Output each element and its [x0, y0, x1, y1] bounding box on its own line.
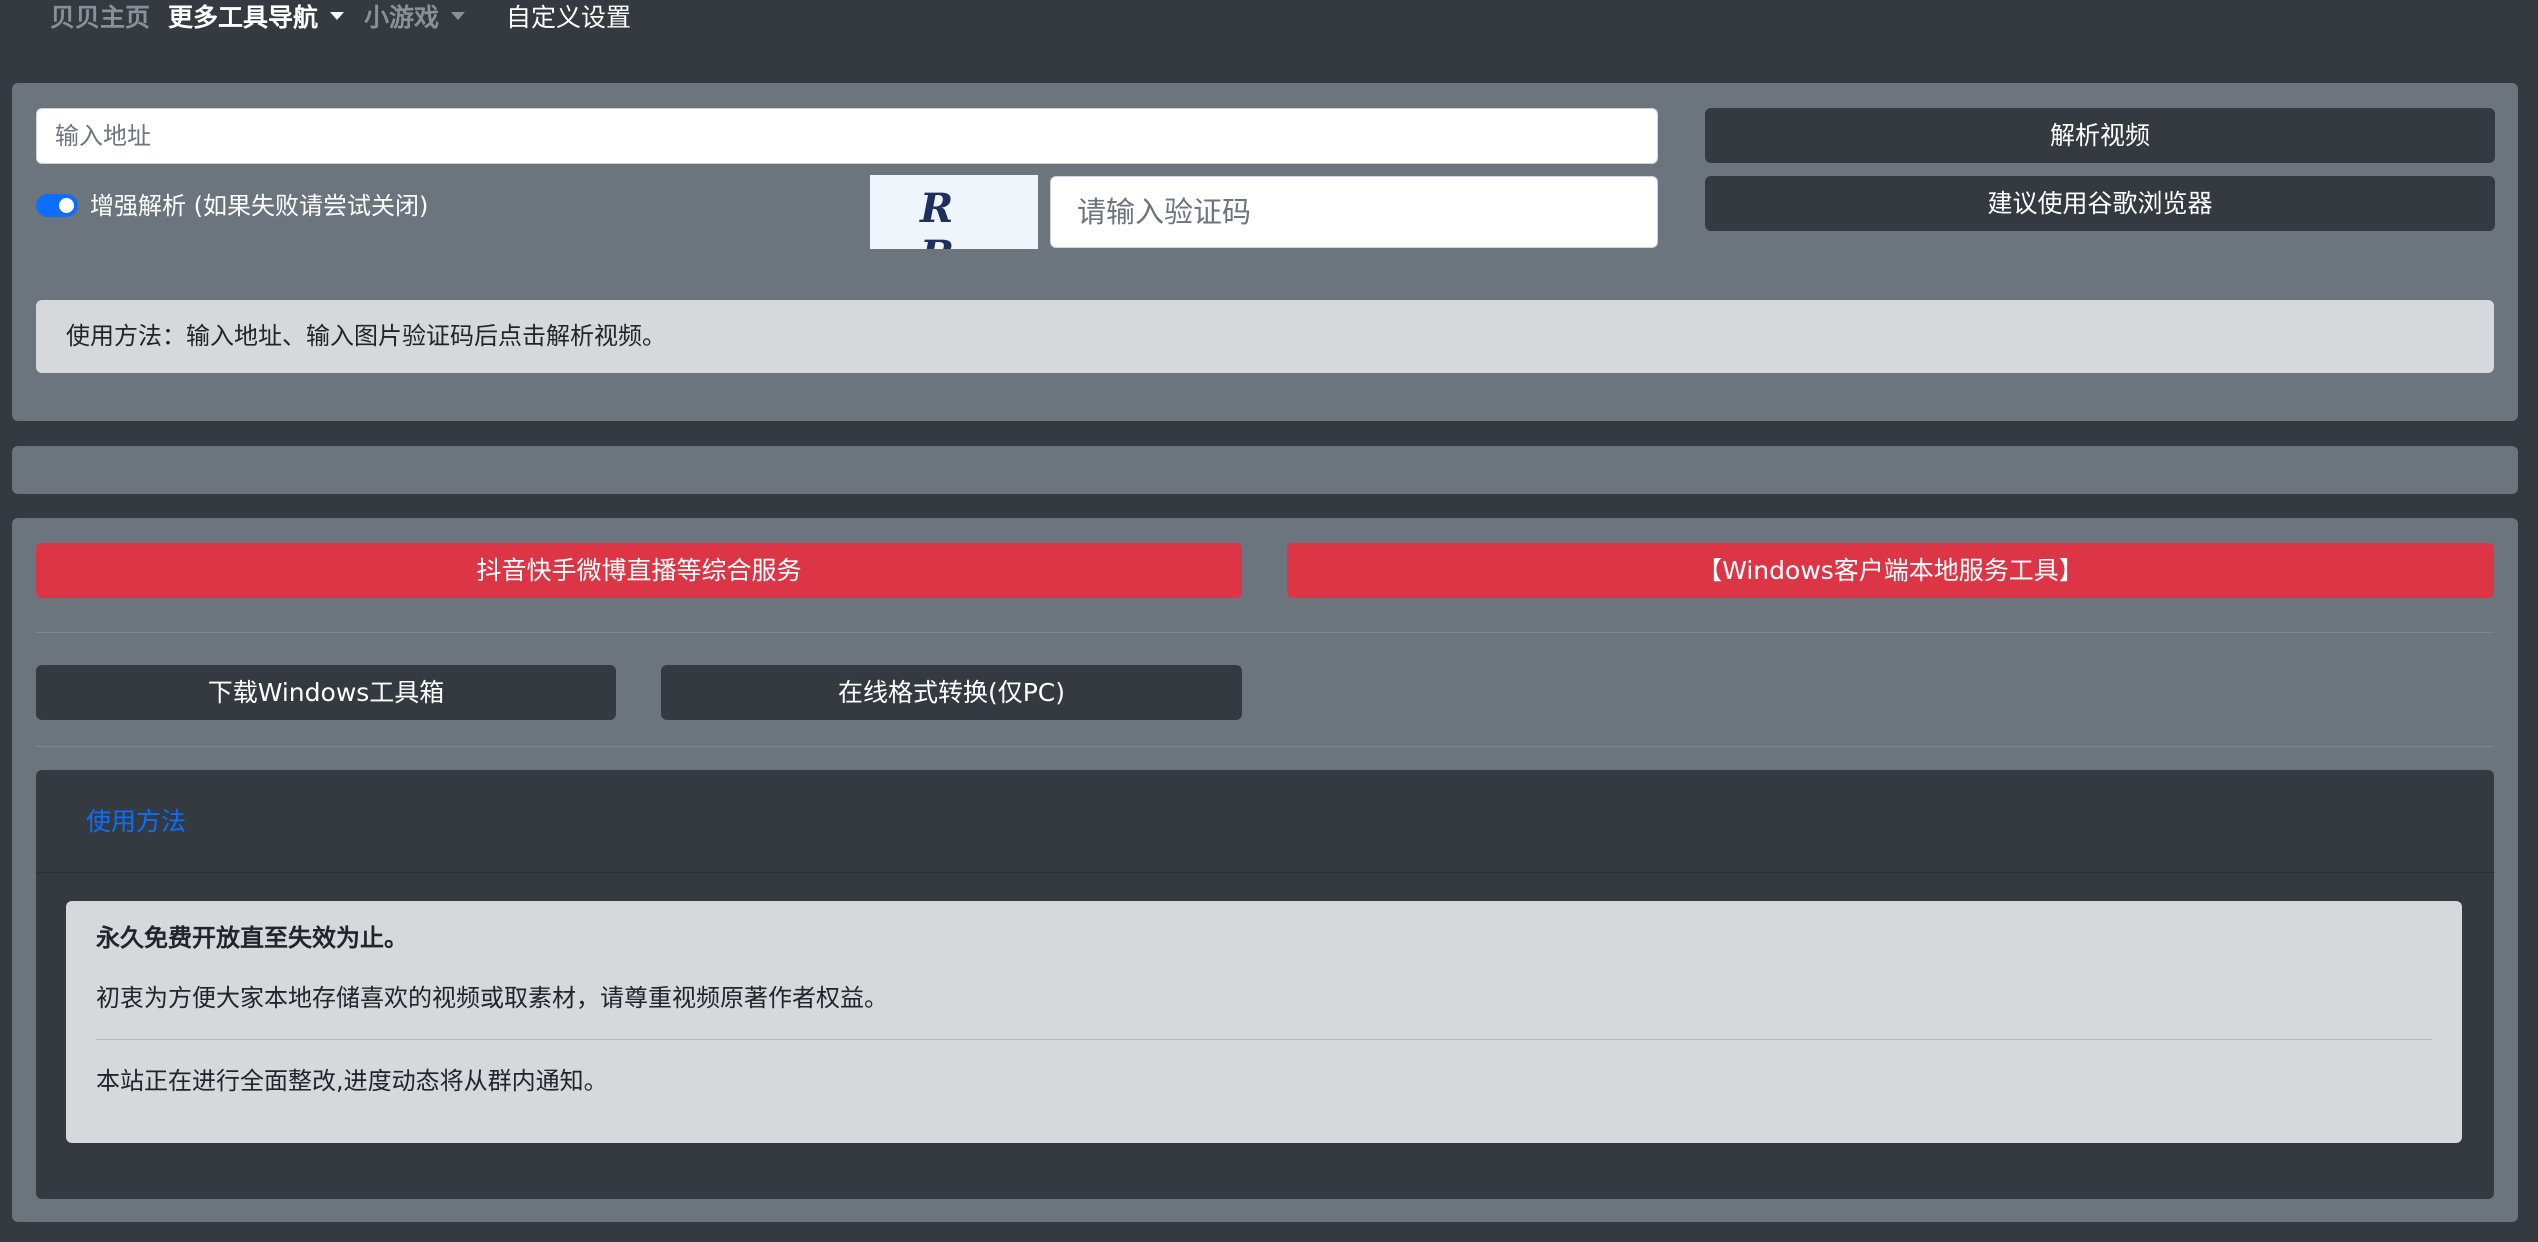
captcha-text: R B — [920, 185, 976, 249]
nav-tools-label: 更多工具导航 — [168, 3, 319, 32]
url-input[interactable]: 输入地址 — [36, 108, 1658, 164]
parse-video-button[interactable]: 解析视频 — [1705, 108, 2495, 163]
format-convert-button[interactable]: 在线格式转换(仅PC) — [661, 665, 1242, 720]
captcha-image[interactable]: R B — [870, 175, 1038, 249]
enhance-toggle[interactable] — [36, 194, 78, 217]
browser-suggestion-button[interactable]: 建议使用谷歌浏览器 — [1705, 176, 2495, 231]
usage-line-free: 永久免费开放直至失效为止。 — [96, 924, 408, 952]
caret-down-icon — [451, 12, 466, 20]
douyin-service-button[interactable]: 抖音快手微博直播等综合服务 — [36, 543, 1242, 598]
top-navbar: 贝贝主页 更多工具导航 小游戏 自定义设置 — [0, 0, 2538, 40]
usage-card: 使用方法 永久免费开放直至失效为止。 初衷为方便大家本地存储喜欢的视频或取素材，… — [36, 770, 2494, 1199]
nav-tools-dropdown[interactable]: 更多工具导航 — [168, 0, 345, 36]
caret-down-icon — [330, 12, 345, 20]
empty-panel — [12, 446, 2518, 494]
usage-card-header: 使用方法 — [36, 770, 2494, 873]
toggle-knob — [59, 198, 74, 213]
usage-alert: 永久免费开放直至失效为止。 初衷为方便大家本地存储喜欢的视频或取素材，请尊重视频… — [66, 901, 2462, 1143]
usage-line-notice: 本站正在进行全面整改,进度动态将从群内通知。 — [96, 1067, 608, 1095]
usage-line-purpose: 初衷为方便大家本地存储喜欢的视频或取素材，请尊重视频原著作者权益。 — [96, 984, 888, 1012]
nav-games-label: 小游戏 — [364, 3, 440, 32]
captcha-input[interactable]: 请输入验证码 — [1050, 176, 1658, 248]
usage-hint: 使用方法：输入地址、输入图片验证码后点击解析视频。 — [36, 300, 2494, 373]
divider — [36, 632, 2494, 633]
download-toolbox-button[interactable]: 下载Windows工具箱 — [36, 665, 616, 720]
enhance-toggle-label: 增强解析 (如果失败请尝试关闭) — [90, 192, 429, 220]
divider — [36, 746, 2494, 747]
alert-divider — [96, 1039, 2432, 1040]
windows-tool-button[interactable]: 【Windows客户端本地服务工具】 — [1287, 543, 2494, 598]
nav-games-dropdown[interactable]: 小游戏 — [364, 0, 466, 36]
nav-settings-link[interactable]: 自定义设置 — [506, 0, 631, 36]
usage-card-title[interactable]: 使用方法 — [86, 805, 186, 839]
nav-home-link[interactable]: 贝贝主页 — [50, 0, 150, 36]
